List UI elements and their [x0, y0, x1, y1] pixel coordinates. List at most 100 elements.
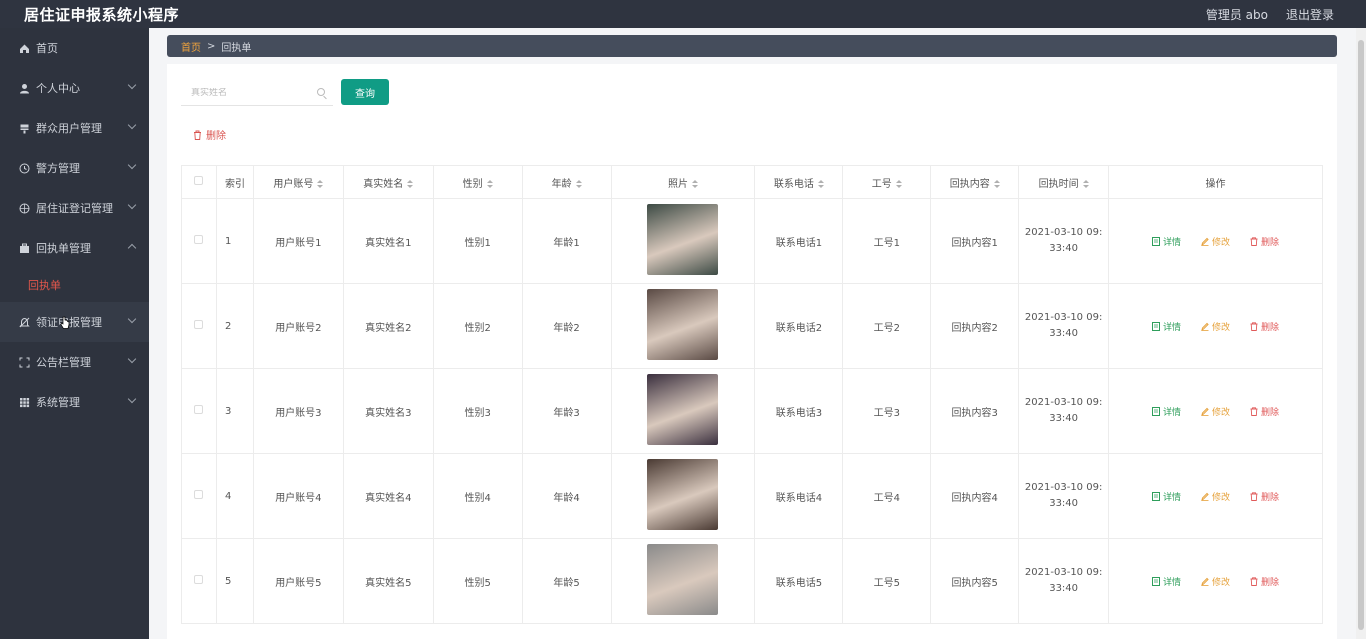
name-search-input[interactable] — [191, 87, 311, 98]
sidebar-item-personal-center[interactable]: 个人中心 — [0, 68, 149, 108]
row-actions: 详情 修改 删除 — [1108, 538, 1323, 624]
sidebar-item-bulletin[interactable]: 公告栏管理 — [0, 342, 149, 382]
edit-button[interactable]: 修改 — [1201, 235, 1230, 248]
sort-icon[interactable] — [993, 179, 1000, 188]
detail-button[interactable]: 详情 — [1152, 320, 1181, 333]
row-time-date: 2021-03-10 09: — [1024, 397, 1103, 408]
sidebar-item-certificate-application[interactable]: 领证申报管理 — [0, 302, 149, 342]
header-age[interactable]: 年龄 — [521, 165, 612, 199]
trash-icon — [1250, 321, 1258, 331]
search-box — [181, 80, 333, 106]
breadcrumb-home[interactable]: 首页 — [181, 39, 201, 54]
row-photo-cell — [610, 453, 756, 539]
delete-button[interactable]: 删除 — [1250, 575, 1279, 588]
row-content: 回执内容3 — [930, 368, 1020, 454]
header-name[interactable]: 真实姓名 — [342, 165, 434, 199]
row-age: 年龄2 — [521, 283, 612, 369]
row-time: 2021-03-10 09: 33:40 — [1018, 198, 1110, 284]
row-checkbox[interactable] — [194, 235, 204, 244]
header-job-no[interactable]: 工号 — [842, 165, 932, 199]
delete-button[interactable]: 删除 — [1250, 490, 1279, 503]
detail-button[interactable]: 详情 — [1152, 490, 1181, 503]
detail-button[interactable]: 详情 — [1152, 575, 1181, 588]
sort-icon[interactable] — [575, 179, 582, 188]
header-phone[interactable]: 联系电话 — [754, 165, 844, 199]
document-icon — [1152, 576, 1161, 586]
row-index: 3 — [215, 368, 254, 454]
home-icon — [18, 42, 30, 54]
batch-delete-button[interactable]: 删除 — [193, 127, 226, 142]
row-account: 用户账号2 — [252, 283, 344, 369]
header-content[interactable]: 回执内容 — [930, 165, 1020, 199]
sort-icon[interactable] — [817, 179, 824, 188]
row-time-date: 2021-03-10 09: — [1024, 567, 1103, 578]
row-gender: 性别1 — [432, 198, 523, 284]
mouse-cursor-icon — [60, 316, 70, 329]
sidebar-item-public-users[interactable]: 群众用户管理 — [0, 108, 149, 148]
header-photo[interactable]: 照片 — [610, 165, 756, 199]
sidebar-item-police[interactable]: 警方管理 — [0, 148, 149, 188]
delete-button[interactable]: 删除 — [1250, 405, 1279, 418]
user-photo[interactable] — [647, 204, 719, 275]
row-select[interactable] — [181, 368, 217, 454]
header-select-all[interactable] — [181, 165, 217, 199]
row-time: 2021-03-10 09: 33:40 — [1018, 538, 1110, 624]
sidebar-item-receipts[interactable]: 回执单管理 — [0, 228, 149, 268]
breadcrumb-separator: > — [207, 40, 216, 52]
edit-button[interactable]: 修改 — [1201, 320, 1230, 333]
row-checkbox[interactable] — [194, 405, 204, 414]
row-photo-cell — [610, 198, 756, 284]
header-time[interactable]: 回执时间 — [1018, 165, 1110, 199]
row-time-date: 2021-03-10 09: — [1024, 227, 1103, 238]
detail-button[interactable]: 详情 — [1152, 235, 1181, 248]
sort-icon[interactable] — [691, 179, 698, 188]
row-gender: 性别5 — [432, 538, 523, 624]
header-account[interactable]: 用户账号 — [252, 165, 344, 199]
scrollbar-thumb[interactable] — [1358, 40, 1364, 630]
detail-button[interactable]: 详情 — [1152, 405, 1181, 418]
document-icon — [1152, 491, 1161, 501]
row-account: 用户账号1 — [252, 198, 344, 284]
trash-icon — [194, 130, 201, 140]
sidebar-item-label: 群众用户管理 — [36, 122, 102, 135]
edit-button[interactable]: 修改 — [1201, 405, 1230, 418]
row-checkbox[interactable] — [194, 490, 204, 499]
row-gender: 性别3 — [432, 368, 523, 454]
grid-icon — [18, 396, 30, 408]
user-photo[interactable] — [647, 544, 719, 615]
user-photo[interactable] — [647, 374, 719, 445]
sidebar-item-home[interactable]: 首页 — [0, 28, 149, 68]
user-photo[interactable] — [647, 289, 719, 360]
row-checkbox[interactable] — [194, 575, 204, 584]
row-job-no: 工号4 — [842, 453, 932, 539]
header-actions: 操作 — [1108, 165, 1323, 199]
delete-button[interactable]: 删除 — [1250, 235, 1279, 248]
header-gender[interactable]: 性别 — [432, 165, 523, 199]
edit-button[interactable]: 修改 — [1201, 490, 1230, 503]
sidebar-item-system[interactable]: 系统管理 — [0, 382, 149, 422]
row-actions: 详情 修改 删除 — [1108, 453, 1323, 539]
logout-button[interactable]: 退出登录 — [1286, 6, 1334, 23]
batch-delete-label: 删除 — [206, 131, 226, 142]
sort-icon[interactable] — [407, 179, 414, 188]
row-select[interactable] — [181, 198, 217, 284]
row-checkbox[interactable] — [194, 320, 204, 329]
row-time: 2021-03-10 09: 33:40 — [1018, 453, 1110, 539]
sort-icon[interactable] — [895, 179, 902, 188]
table-row: 3 用户账号3 真实姓名3 性别3 年龄3 联系电话3 工号3 回执内容3 20… — [181, 368, 1323, 454]
vertical-scrollbar[interactable] — [1356, 28, 1366, 639]
receipt-table: 索引 用户账号 真实姓名 性别 年龄 照片 联系电话 工号 回执内容 回执时间 … — [181, 165, 1323, 624]
row-select[interactable] — [181, 283, 217, 369]
delete-button[interactable]: 删除 — [1250, 320, 1279, 333]
edit-button[interactable]: 修改 — [1201, 575, 1230, 588]
select-all-checkbox[interactable] — [194, 176, 204, 185]
sidebar-subitem-receipt[interactable]: 回执单 — [0, 268, 149, 302]
sidebar-item-residence-registration[interactable]: 居住证登记管理 — [0, 188, 149, 228]
user-photo[interactable] — [647, 459, 719, 530]
sort-icon[interactable] — [486, 179, 493, 188]
sort-icon[interactable] — [317, 179, 324, 188]
row-select[interactable] — [181, 538, 217, 624]
row-select[interactable] — [181, 453, 217, 539]
sort-icon[interactable] — [1082, 179, 1089, 188]
query-button[interactable]: 查询 — [341, 79, 389, 105]
